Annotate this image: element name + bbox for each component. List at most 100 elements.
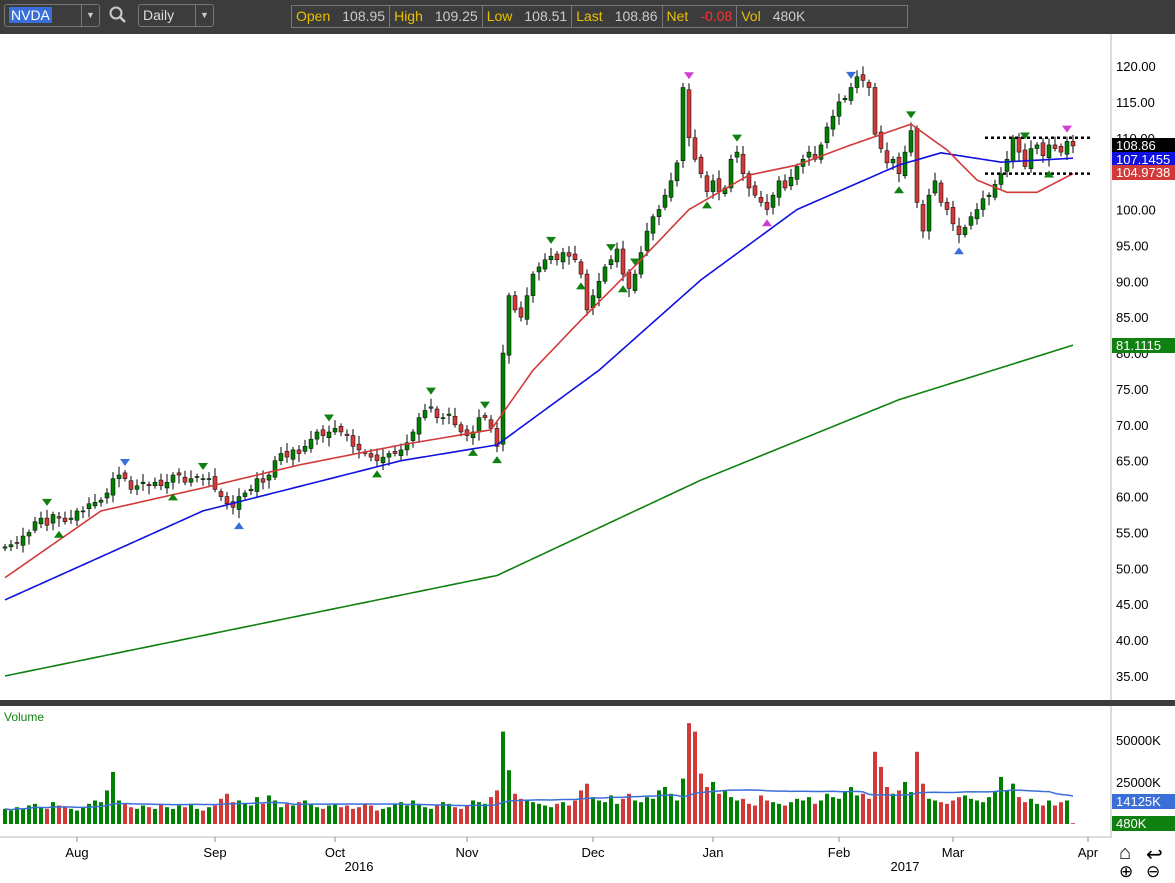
candle-body xyxy=(506,295,512,356)
candle xyxy=(926,188,932,240)
candle xyxy=(1034,142,1040,155)
quote-value: 108.86 xyxy=(614,8,658,24)
last-price-tag: 108.86 xyxy=(1112,138,1175,153)
candle xyxy=(776,176,782,206)
volume-bar xyxy=(825,793,829,824)
candle xyxy=(374,448,380,467)
candle xyxy=(410,429,416,448)
zoom-in-icon[interactable]: ⊕ xyxy=(1119,862,1133,882)
volume-bar xyxy=(801,800,805,824)
candle-body xyxy=(446,413,452,416)
candle-body xyxy=(332,428,338,433)
candle-body xyxy=(890,159,896,164)
candle xyxy=(212,468,218,493)
candle-body xyxy=(674,162,680,182)
volume-bar xyxy=(513,793,517,824)
candle-body xyxy=(686,89,692,139)
candle-body xyxy=(134,485,140,490)
volume-bar xyxy=(555,803,559,824)
candle xyxy=(878,125,884,153)
symbol-input[interactable]: NVDA xyxy=(9,7,52,23)
candle xyxy=(572,245,578,263)
candle-body xyxy=(392,451,398,454)
candle xyxy=(170,472,176,490)
candle xyxy=(158,473,164,491)
candle-body xyxy=(530,273,536,296)
candle-body xyxy=(188,478,194,483)
candle-body xyxy=(536,266,542,273)
candle-body xyxy=(788,176,794,187)
pivot-low-marker xyxy=(954,247,964,255)
volume-bar xyxy=(147,807,151,824)
candle xyxy=(356,435,362,459)
pivot-low-marker xyxy=(234,522,244,530)
volume-bar xyxy=(717,793,721,824)
quote-low: Low 108.51 xyxy=(483,6,573,27)
candle xyxy=(92,494,98,509)
volume-bar xyxy=(903,782,907,824)
candle xyxy=(662,188,668,211)
volume-bar xyxy=(537,803,541,824)
candle-body xyxy=(344,433,350,436)
candle xyxy=(542,253,548,272)
volume-bar xyxy=(837,798,841,824)
candle xyxy=(920,199,926,239)
candle-body xyxy=(560,252,566,263)
candle-body xyxy=(986,194,992,197)
candle-body xyxy=(944,202,950,210)
candle-body xyxy=(656,209,662,217)
candle-body xyxy=(200,478,206,480)
candle-body xyxy=(308,438,314,449)
quote-label: Low xyxy=(486,8,513,24)
candle-body xyxy=(968,216,974,226)
candle xyxy=(764,194,770,216)
price-chart[interactable]: 120.00115.00110.00105.00100.0095.0090.00… xyxy=(0,0,1175,883)
candle xyxy=(884,142,890,169)
volume-bar xyxy=(855,795,859,824)
volume-bar xyxy=(321,808,325,824)
volume-bar xyxy=(339,807,343,824)
chevron-down-icon[interactable]: ▼ xyxy=(195,5,213,26)
volume-bar xyxy=(387,807,391,824)
candle-body xyxy=(62,517,68,522)
chevron-down-icon[interactable]: ▼ xyxy=(81,5,99,26)
candle-body xyxy=(350,435,356,447)
volume-bar xyxy=(189,803,193,824)
candle-body xyxy=(872,87,878,135)
candle xyxy=(56,511,62,527)
search-icon[interactable] xyxy=(108,5,128,25)
volume-bar xyxy=(981,802,985,824)
candle-body xyxy=(1022,149,1028,167)
volume-bar xyxy=(873,751,877,824)
volume-bar xyxy=(1059,802,1063,824)
zoom-out-icon[interactable]: ⊖ xyxy=(1146,862,1160,882)
candle-body xyxy=(914,128,920,203)
symbol-combo[interactable]: NVDA ▼ xyxy=(4,4,100,27)
volume-bar xyxy=(999,776,1003,824)
candle xyxy=(824,122,830,149)
volume-bar xyxy=(345,805,349,824)
candle-body xyxy=(278,453,284,461)
volume-bar xyxy=(819,800,823,824)
quote-label: Open xyxy=(296,8,331,24)
candle xyxy=(536,262,542,281)
candle xyxy=(944,197,950,216)
volume-bar xyxy=(567,805,571,824)
volume-bar xyxy=(213,805,217,824)
candle-body xyxy=(998,173,1004,185)
interval-select[interactable]: Daily ▼ xyxy=(138,4,214,27)
volume-bar xyxy=(633,800,637,824)
volume-bar xyxy=(177,805,181,824)
candle-body xyxy=(578,261,584,275)
ma-red-tag: 104.9738 xyxy=(1112,165,1175,180)
pane-divider[interactable] xyxy=(0,700,1175,706)
volume-bar xyxy=(951,800,955,824)
volume-bar xyxy=(783,805,787,824)
volume-bar xyxy=(405,805,409,824)
candle-body xyxy=(422,410,428,418)
volume-bar xyxy=(849,787,853,824)
candle-body xyxy=(74,510,80,521)
quote-last: Last 108.86 xyxy=(572,6,663,27)
candle-body xyxy=(20,535,26,546)
candle xyxy=(998,167,1004,189)
